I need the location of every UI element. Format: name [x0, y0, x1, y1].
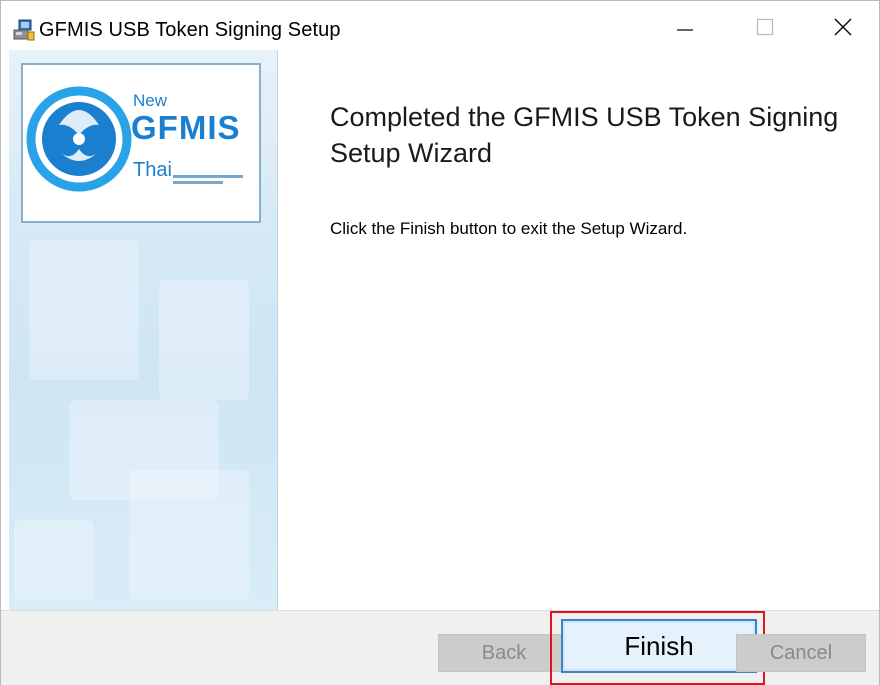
window-title: GFMIS USB Token Signing Setup: [39, 19, 341, 41]
maximize-button[interactable]: [729, 1, 801, 53]
maximize-icon: [756, 18, 774, 36]
cancel-button[interactable]: Cancel: [736, 634, 866, 672]
page-title-line2: Setup Wizard: [330, 138, 493, 168]
close-button[interactable]: [807, 1, 879, 53]
completion-message: Click the Finish button to exit the Setu…: [330, 219, 688, 238]
wizard-side-banner: New GFMIS Thai: [9, 50, 278, 610]
minimize-button[interactable]: [649, 1, 721, 53]
logo-text-new: New: [133, 91, 168, 110]
page-title-line1: Completed the GFMIS USB Token Signing: [330, 102, 839, 132]
setup-window: GFMIS USB Token Signing Setup New GFMIS …: [0, 0, 880, 685]
page-title: Completed the GFMIS USB Token Signing Se…: [330, 99, 870, 171]
gfmis-logo: New GFMIS Thai: [21, 63, 261, 223]
installer-icon: [13, 19, 35, 41]
title-bar[interactable]: GFMIS USB Token Signing Setup: [1, 1, 879, 53]
minimize-icon: [677, 29, 693, 31]
logo-text-thai: Thai: [133, 159, 172, 181]
wizard-footer: Back Finish Cancel: [1, 610, 879, 685]
finish-button[interactable]: Finish: [561, 619, 757, 673]
logo-text-gfmis: GFMIS: [131, 109, 241, 146]
close-icon: [834, 18, 852, 36]
